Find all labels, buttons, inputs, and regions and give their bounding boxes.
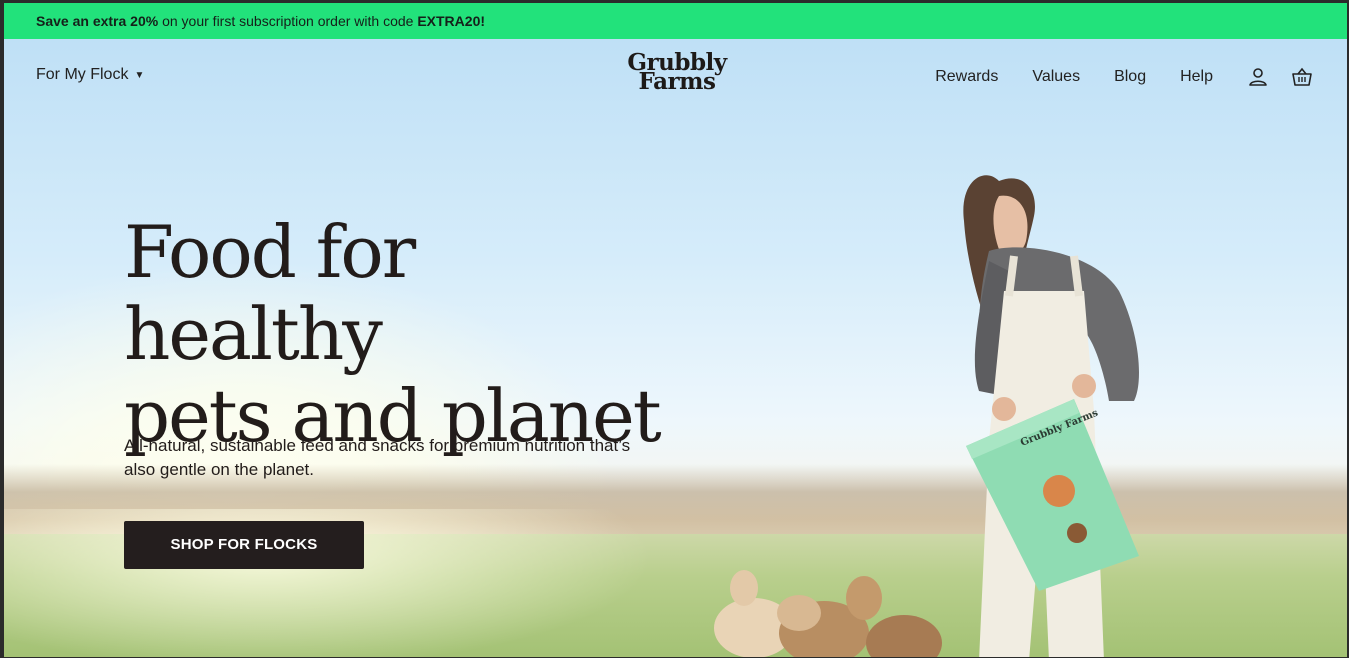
chickens-photo [714, 570, 942, 657]
dropdown-label: For My Flock [36, 66, 129, 83]
shop-for-flocks-button[interactable]: SHOP FOR FLOCKS [124, 521, 364, 569]
caret-down-icon: ▼ [134, 69, 145, 81]
nav-link-values[interactable]: Values [1032, 68, 1080, 86]
page-frame: Save an extra 20% on your first subscrip… [4, 3, 1347, 657]
hero-subtext: All-natural, sustainable feed and snacks… [124, 436, 631, 479]
hero-headline: Food for healthy pets and planet [124, 211, 684, 457]
logo-line-2: Farms [638, 68, 716, 95]
farmer-photo: Grubbly Farms [963, 175, 1139, 657]
site-logo[interactable]: Grubbly Farms [627, 51, 727, 95]
basket-icon[interactable] [1291, 66, 1313, 88]
promo-code: EXTRA20! [417, 13, 486, 29]
promo-banner[interactable]: Save an extra 20% on your first subscrip… [4, 3, 1347, 39]
promo-discount: Save an extra 20% [36, 13, 159, 29]
nav-link-rewards[interactable]: Rewards [935, 68, 998, 86]
nav-link-help[interactable]: Help [1180, 68, 1213, 86]
nav-links: Rewards Values Blog Help [935, 66, 1313, 88]
hero-headline-line-1: Food for healthy [124, 210, 416, 376]
for-my-flock-dropdown[interactable]: For My Flock ▼ [36, 66, 144, 84]
account-icon[interactable] [1247, 66, 1269, 88]
promo-text: on your first subscription order with co… [158, 13, 418, 29]
nav-link-blog[interactable]: Blog [1114, 68, 1146, 86]
